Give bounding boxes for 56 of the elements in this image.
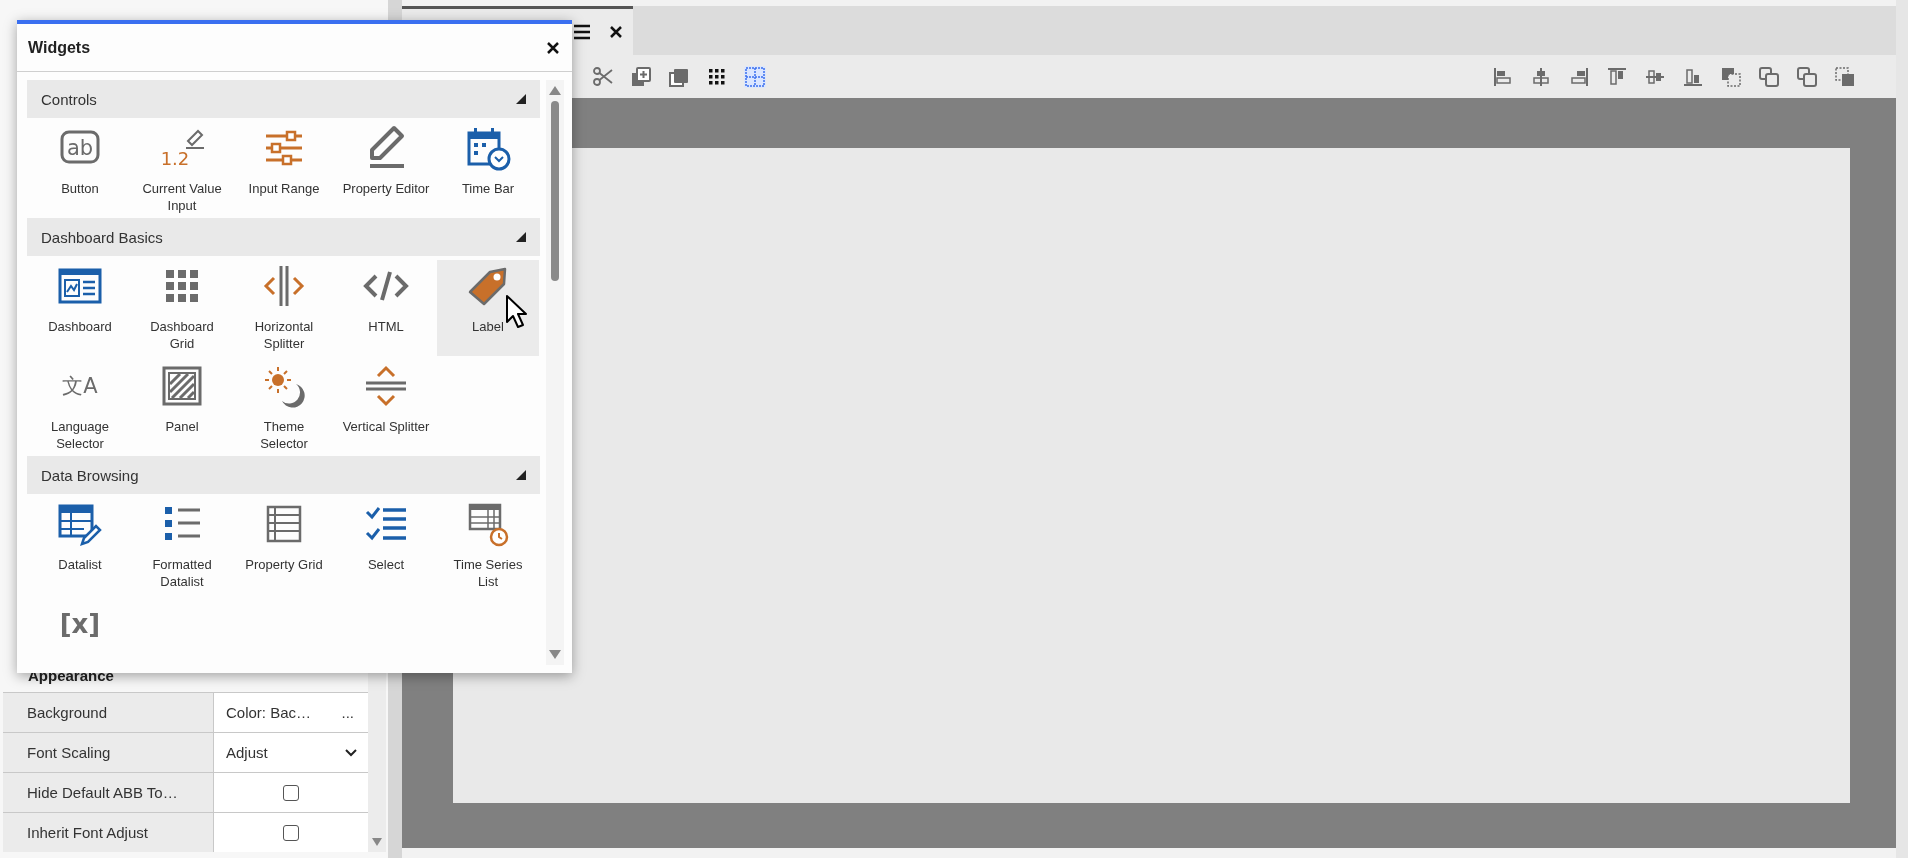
bring-front-icon[interactable] bbox=[1834, 65, 1856, 88]
widget-tile[interactable]: Label bbox=[437, 260, 539, 356]
widget-tile[interactable]: 1.2 Current Value Input bbox=[131, 118, 233, 218]
section-header[interactable]: Data Browsing bbox=[27, 456, 541, 494]
align-center-icon[interactable] bbox=[1530, 65, 1552, 88]
align-top-icon[interactable] bbox=[1606, 65, 1628, 88]
collapse-icon bbox=[516, 470, 527, 480]
collapse-icon bbox=[516, 232, 527, 242]
scissors-icon[interactable] bbox=[592, 65, 614, 88]
checkbox[interactable] bbox=[283, 784, 299, 801]
grid-icon[interactable] bbox=[744, 65, 766, 88]
send-back-icon[interactable] bbox=[1720, 65, 1742, 88]
scroll-bar[interactable] bbox=[546, 80, 564, 665]
property-name: Hide Default ABB To… bbox=[3, 773, 214, 812]
overlap-icon[interactable] bbox=[1796, 65, 1818, 88]
collapse-icon bbox=[516, 94, 527, 104]
property-name: Inherit Font Adjust bbox=[3, 813, 214, 852]
widget-tile[interactable]: Time Series List bbox=[437, 494, 539, 594]
pointer-icon bbox=[505, 294, 529, 330]
widget-tile[interactable]: Time Bar bbox=[437, 118, 539, 218]
property-name: Background bbox=[3, 693, 214, 732]
menu-icon[interactable] bbox=[573, 24, 591, 40]
dialog-title: Widgets bbox=[28, 38, 91, 57]
widget-tile[interactable]: Select bbox=[335, 494, 437, 594]
widget-tile[interactable]: Input Range bbox=[233, 118, 335, 218]
widget-tile[interactable]: HTML bbox=[335, 256, 437, 356]
property-name: Font Scaling bbox=[3, 733, 214, 772]
widget-tile[interactable]: Property Editor bbox=[335, 118, 437, 218]
overlap-icon[interactable] bbox=[1758, 65, 1780, 88]
widget-tile[interactable]: 文A Language Selector bbox=[29, 356, 131, 456]
widget-tile[interactable]: Horizontal Splitter bbox=[233, 256, 335, 356]
align-left-icon[interactable] bbox=[1492, 65, 1514, 88]
close-icon[interactable] bbox=[546, 40, 560, 55]
section-header[interactable]: Dashboard Basics bbox=[27, 218, 541, 256]
section-header[interactable]: Controls bbox=[27, 80, 541, 118]
widget-tile[interactable]: Theme Selector bbox=[233, 356, 335, 456]
widget-tile[interactable]: Dashboard bbox=[29, 256, 131, 356]
widget-tile[interactable]: Vertical Splitter bbox=[335, 356, 437, 456]
widget-tile[interactable]: Formatted Datalist bbox=[131, 494, 233, 594]
checkbox[interactable] bbox=[283, 824, 299, 841]
close-icon[interactable] bbox=[609, 25, 623, 39]
value-text: Color: Bac… bbox=[225, 704, 312, 721]
align-right-icon[interactable] bbox=[1568, 65, 1590, 88]
widget-tile[interactable]: Property Grid bbox=[233, 494, 335, 594]
brackets-icon: [x] bbox=[56, 600, 104, 648]
widget-tile[interactable]: ab Button bbox=[29, 118, 131, 218]
more-button[interactable]: ... bbox=[337, 704, 358, 721]
group-heading: Appearance bbox=[27, 665, 115, 686]
chevron-down-icon bbox=[344, 747, 358, 758]
widget-tile[interactable]: Panel bbox=[131, 356, 233, 456]
widget-tile[interactable]: Dashboard Grid bbox=[131, 256, 233, 356]
widget-tile[interactable]: [x] bbox=[29, 594, 131, 665]
copy-plus-icon[interactable] bbox=[630, 65, 652, 88]
widget-tile[interactable]: Datalist bbox=[29, 494, 131, 594]
translate-icon: 文A bbox=[56, 362, 104, 410]
dropdown-field[interactable]: Adjust bbox=[214, 733, 368, 772]
